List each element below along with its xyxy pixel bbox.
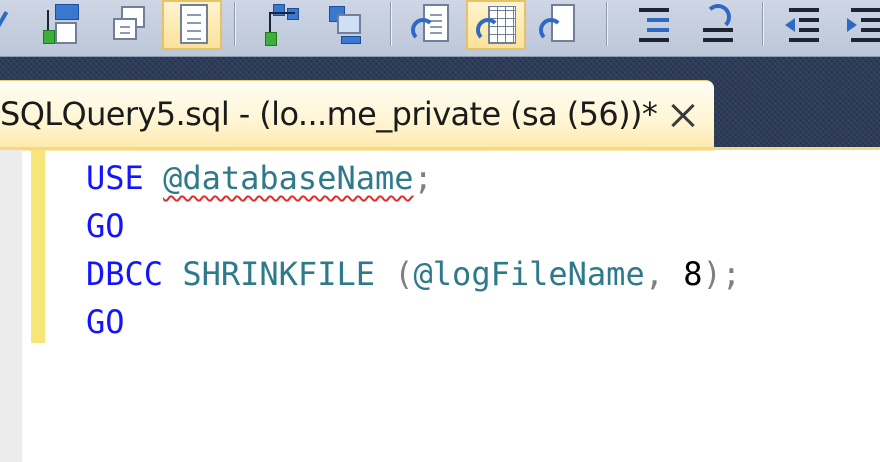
code-token: ( [394,255,414,293]
tab-underline [0,147,880,150]
uncomment-button[interactable] [692,0,742,50]
computer-network-icon [323,4,363,46]
comment-button[interactable] [628,0,678,50]
results-file-icon [539,4,579,46]
toolbar [0,0,880,57]
comment-lines-icon [633,4,673,46]
outdent-icon [783,4,823,46]
check-mark-icon [0,4,23,46]
windows-tree-button[interactable] [36,0,86,50]
increase-indent-button[interactable] [840,0,880,50]
code-line[interactable]: USE @databaseName; [86,154,741,202]
toolbar-separator [606,2,607,46]
code-token: @logFileName [413,255,645,293]
change-tracking-bar [31,150,45,343]
close-icon[interactable] [664,96,704,136]
results-text-icon [411,4,451,46]
code-line[interactable]: GO [86,298,741,346]
query-plan-button[interactable] [256,0,306,50]
code-token: ; [413,159,433,197]
connect-button[interactable] [318,0,368,50]
results-to-text-button[interactable] [406,0,456,50]
document-tab-title[interactable]: SQLQuery5.sql - (lo...me_private (sa (56… [0,92,660,136]
code-token: @databaseName [163,159,414,197]
code-token: GO [86,303,125,341]
editor-gutter [0,150,22,462]
code-line[interactable]: GO [86,202,741,250]
document-list-icon [172,4,212,46]
query-options-button[interactable] [0,0,28,50]
toolbar-separator [762,2,763,46]
sql-editor[interactable]: USE @databaseName; GO DBCC SHRINKFILE (@lo… [86,154,741,346]
code-token: USE [86,159,144,197]
windows-icon [109,4,149,46]
hierarchy-icon [261,4,301,46]
uncomment-icon [697,4,737,46]
code-line[interactable]: DBCC SHRINKFILE (@logFileName, 8); [86,250,741,298]
indent-icon [845,4,880,46]
results-to-grid-button[interactable] [466,0,526,50]
results-to-file-button[interactable] [162,0,222,50]
code-token: SHRINKFILE [182,255,375,293]
code-token: , [644,255,684,293]
toolbar-separator [390,2,391,46]
code-token: ); [702,255,742,293]
results-to-file-button-2[interactable] [534,0,584,50]
results-grid-icon [476,4,516,46]
code-token: DBCC [86,255,164,293]
code-token: 8 [683,255,703,293]
windows-button[interactable] [104,0,154,50]
decrease-indent-button[interactable] [778,0,828,50]
code-token: GO [86,207,125,245]
toolbar-separator [234,2,235,46]
window-tree-icon [41,4,81,46]
